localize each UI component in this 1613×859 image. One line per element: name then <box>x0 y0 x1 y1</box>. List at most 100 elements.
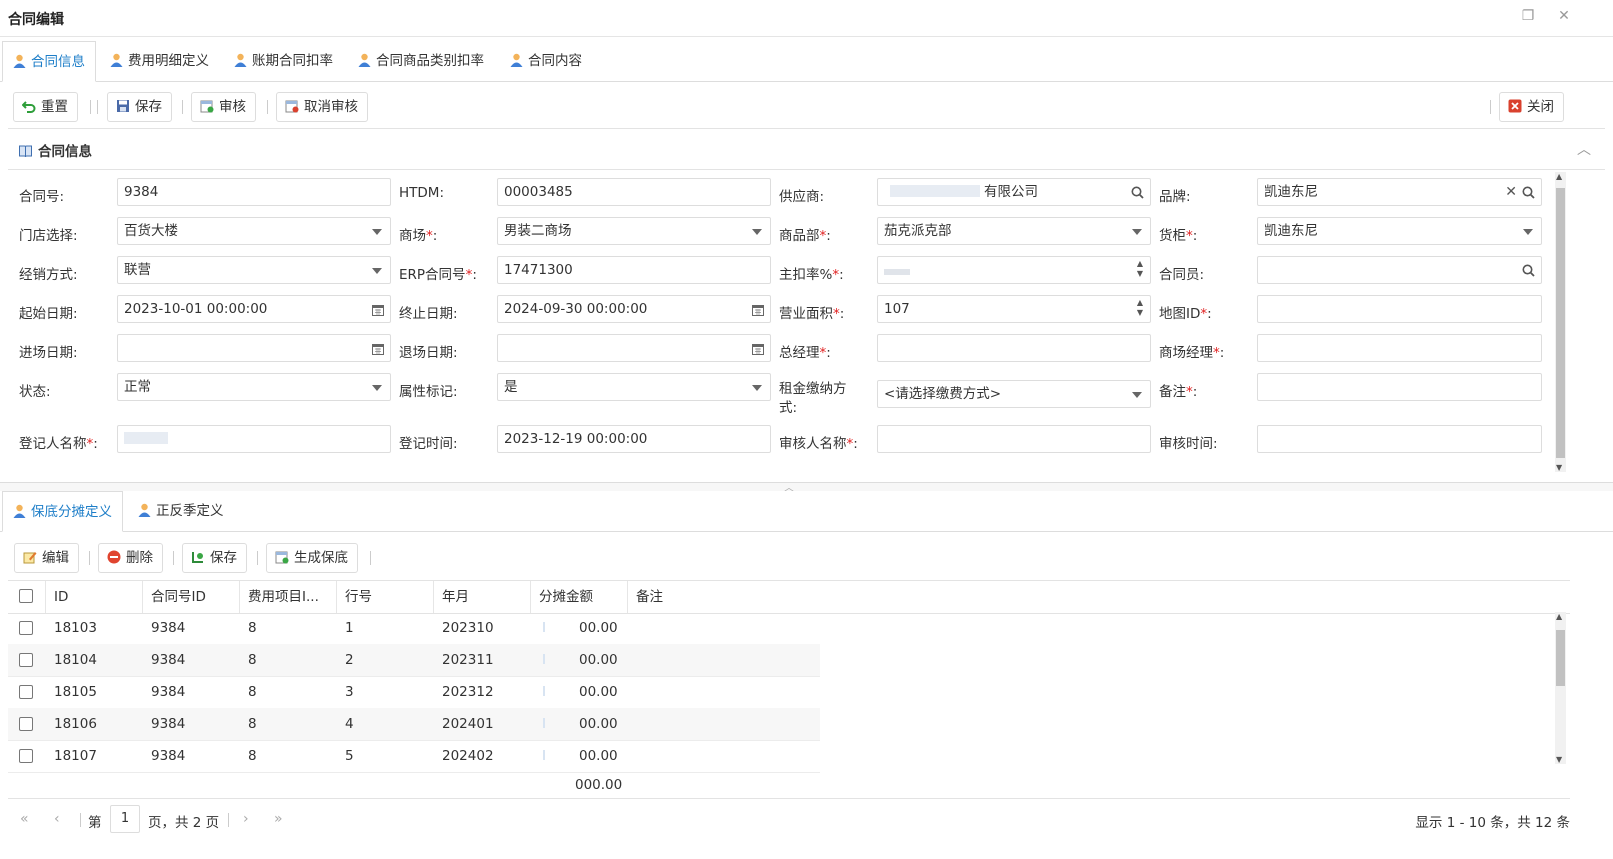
calendar-icon[interactable] <box>372 304 384 316</box>
table-row[interactable]: 18106 9384 8 4 202401 00.00 <box>8 708 820 741</box>
row-checkbox[interactable] <box>19 749 33 763</box>
collapse-icon[interactable]: ︿ <box>1577 139 1591 159</box>
col-id[interactable]: ID <box>46 581 143 613</box>
search-icon[interactable] <box>1522 186 1535 199</box>
area-spinner[interactable]: 107 ▲ ▼ <box>877 295 1151 323</box>
end-date-label: 终止日期: <box>399 306 458 322</box>
row-checkbox[interactable] <box>19 685 33 699</box>
sale-mode-select[interactable]: 联营 <box>117 256 391 284</box>
col-remark[interactable]: 备注 <box>628 581 725 613</box>
spinner-arrows-icon[interactable]: ▲ ▼ <box>1137 298 1143 318</box>
map-id-field[interactable] <box>1257 295 1542 323</box>
close-window-icon[interactable]: ✕ <box>1556 8 1572 24</box>
row-checkbox[interactable] <box>19 653 33 667</box>
table-row[interactable]: 18105 9384 8 3 202312 00.00 <box>8 676 820 709</box>
col-line-no[interactable]: 行号 <box>337 581 434 613</box>
calendar-icon[interactable] <box>752 304 764 316</box>
grid-save-button[interactable]: 保存 <box>182 543 247 573</box>
first-page-icon[interactable]: « <box>20 811 29 827</box>
save-icon <box>117 100 129 112</box>
pager-divider <box>228 813 229 827</box>
chevron-down-icon <box>752 385 762 391</box>
table-row[interactable]: 18104 9384 8 2 202311 00.00 <box>8 644 820 677</box>
entry-date-field[interactable] <box>117 334 391 362</box>
audit-button[interactable]: 审核 <box>191 92 256 122</box>
gm-field[interactable] <box>877 334 1151 362</box>
status-select[interactable]: 正常 <box>117 373 391 401</box>
next-page-icon[interactable]: › <box>243 811 249 827</box>
col-fee-item-id[interactable]: 费用项目I... <box>240 581 337 613</box>
brand-field[interactable]: 凯迪东尼 ✕ <box>1257 178 1542 206</box>
toolbar-divider <box>370 551 371 565</box>
row-checkbox[interactable] <box>19 717 33 731</box>
table-row[interactable]: 18103 9384 8 1 202310 00.00 <box>8 612 820 645</box>
attr-flag-select[interactable]: 是 <box>497 373 771 401</box>
calendar-icon[interactable] <box>752 343 764 355</box>
delete-button[interactable]: 删除 <box>98 543 163 573</box>
prev-page-icon[interactable]: ‹ <box>54 811 60 827</box>
end-date-field[interactable]: 2024-09-30 00:00:00 <box>497 295 771 323</box>
remark-field[interactable] <box>1257 373 1542 401</box>
start-date-field[interactable]: 2023-10-01 00:00:00 <box>117 295 391 323</box>
start-date-label: 起始日期: <box>19 306 78 322</box>
clerk-field[interactable] <box>1257 256 1542 284</box>
cancel-audit-button[interactable]: 取消审核 <box>276 92 368 122</box>
col-contract-id[interactable]: 合同号ID <box>143 581 240 613</box>
audit-time-field[interactable] <box>1257 425 1542 453</box>
tab-contract-content[interactable]: 合同内容 <box>500 41 592 81</box>
grid-header: ID 合同号ID 费用项目I... 行号 年月 分摊金额 备注 <box>8 580 1570 614</box>
save-button[interactable]: 保存 <box>107 92 172 122</box>
tab-season-definition[interactable]: 正反季定义 <box>128 491 234 531</box>
contract-no-field[interactable]: 9384 <box>117 178 391 206</box>
rent-mode-select[interactable]: <请选择缴费方式> <box>877 380 1151 408</box>
supplier-field[interactable]: 有限公司 <box>877 178 1151 206</box>
restore-icon[interactable]: ❐ <box>1520 8 1536 24</box>
exit-date-field[interactable] <box>497 334 771 362</box>
tab-period-rate[interactable]: 账期合同扣率 <box>224 41 343 81</box>
tab-category-rate[interactable]: 合同商品类别扣率 <box>348 41 494 81</box>
registrant-label: 登记人名称*: <box>19 436 98 452</box>
mall-manager-field[interactable] <box>1257 334 1542 362</box>
dept-select[interactable]: 茄克派克部 <box>877 217 1151 245</box>
row-checkbox[interactable] <box>19 621 33 635</box>
erp-no-field[interactable]: 17471300 <box>497 256 771 284</box>
close-button[interactable]: 关闭 <box>1499 92 1564 122</box>
rent-mode-label: 租金缴纳方式: <box>779 381 847 416</box>
tab-contract-info[interactable]: 合同信息 <box>2 41 96 82</box>
table-row[interactable]: 18107 9384 8 5 202402 00.00 <box>8 740 820 773</box>
col-year-month[interactable]: 年月 <box>434 581 531 613</box>
form-scrollbar[interactable]: ▲ ▼ <box>1555 172 1566 472</box>
reset-button[interactable]: 重置 <box>13 92 78 122</box>
auditor-field[interactable] <box>877 425 1151 453</box>
grid-scrollbar[interactable]: ▲ ▼ <box>1555 612 1566 764</box>
registrant-field[interactable] <box>117 425 391 453</box>
store-select[interactable]: 百货大楼 <box>117 217 391 245</box>
audit-time-label: 审核时间: <box>1159 436 1218 452</box>
counter-select[interactable]: 凯迪东尼 <box>1257 217 1542 245</box>
mall-select[interactable]: 男装二商场 <box>497 217 771 245</box>
generate-guarantee-button[interactable]: 生成保底 <box>266 543 358 573</box>
scroll-down-icon[interactable]: ▼ <box>1556 755 1562 764</box>
main-rate-spinner[interactable]: ▲ ▼ <box>877 256 1151 284</box>
scrollbar-thumb[interactable] <box>1556 630 1565 686</box>
scroll-up-icon[interactable]: ▲ <box>1556 172 1562 181</box>
last-page-icon[interactable]: » <box>274 811 283 827</box>
toolbar-divider <box>257 551 258 565</box>
calendar-icon[interactable] <box>372 343 384 355</box>
search-icon[interactable] <box>1522 264 1535 277</box>
htdm-field[interactable]: 00003485 <box>497 178 771 206</box>
select-all-checkbox[interactable] <box>19 589 33 603</box>
page-number-input[interactable]: 1 <box>110 805 140 833</box>
clear-icon[interactable]: ✕ <box>1505 179 1517 205</box>
edit-button[interactable]: 编辑 <box>14 543 79 573</box>
tab-fee-details[interactable]: 费用明细定义 <box>100 41 219 81</box>
search-icon[interactable] <box>1131 186 1144 199</box>
reg-time-field[interactable]: 2023-12-19 00:00:00 <box>497 425 771 453</box>
col-amount[interactable]: 分摊金额 <box>531 581 628 613</box>
scroll-down-icon[interactable]: ▼ <box>1556 463 1562 472</box>
main-toolbar: 重置 保存 审核 取消审核 关闭 <box>0 84 1613 128</box>
tab-guarantee-allocation[interactable]: 保底分摊定义 <box>2 491 123 532</box>
spinner-arrows-icon[interactable]: ▲ ▼ <box>1137 259 1143 279</box>
scroll-up-icon[interactable]: ▲ <box>1556 612 1562 621</box>
scrollbar-thumb[interactable] <box>1556 188 1565 458</box>
